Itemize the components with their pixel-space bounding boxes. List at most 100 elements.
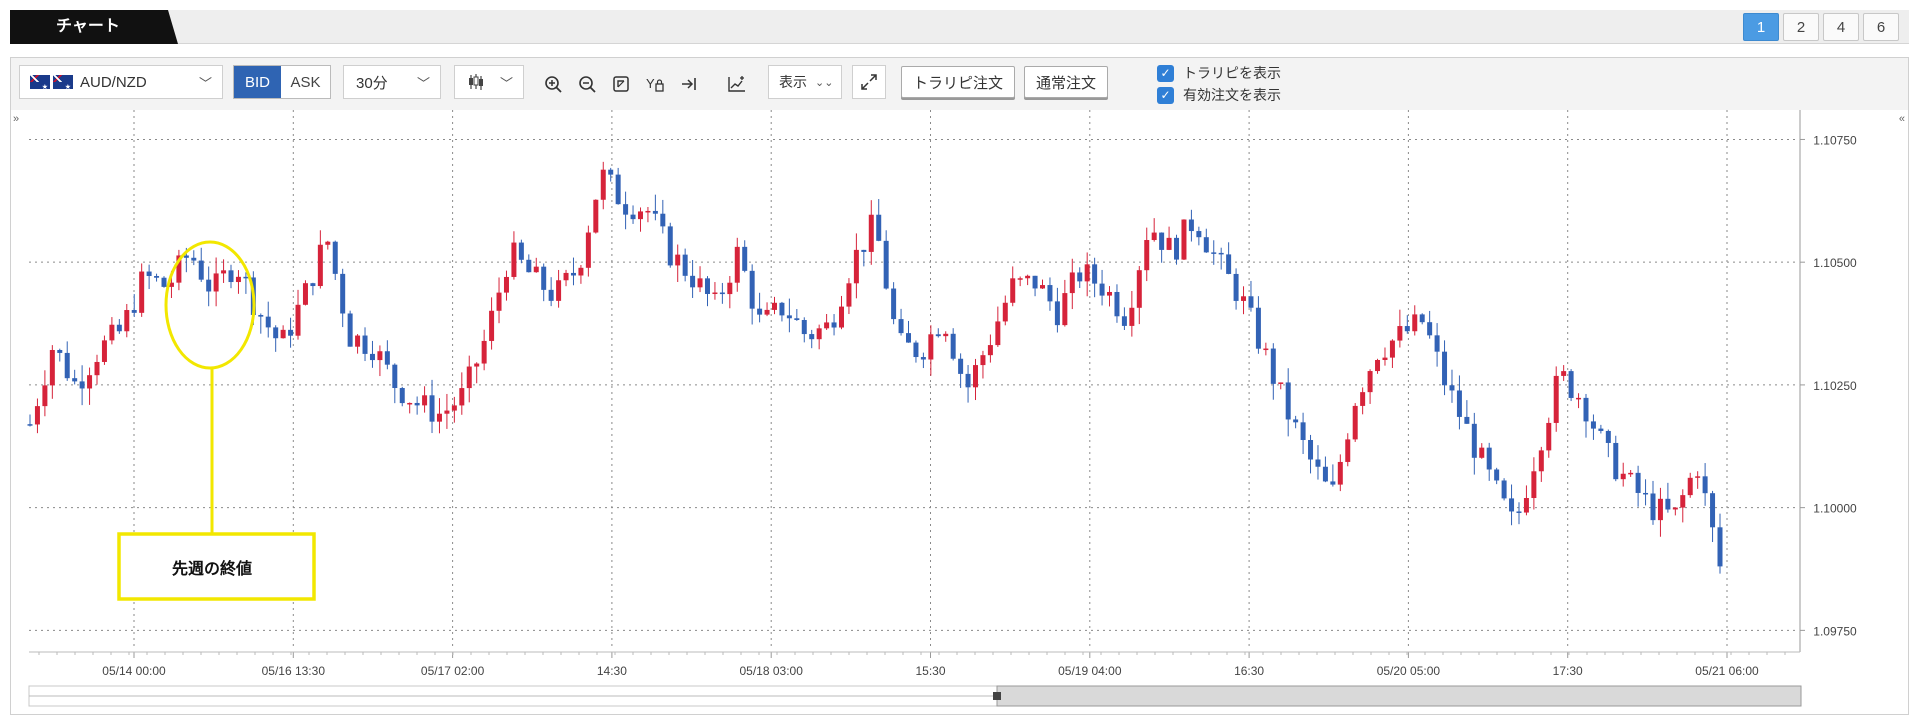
candle-down xyxy=(548,289,554,301)
last-week-close-highlight xyxy=(164,240,256,370)
y-tick-label: 1.10250 xyxy=(1813,379,1857,393)
candle-up xyxy=(824,322,830,329)
candle-down xyxy=(861,249,867,252)
candle-down xyxy=(1188,219,1194,232)
candle-up xyxy=(34,406,40,425)
candle-down xyxy=(1255,307,1261,349)
candle-up xyxy=(481,340,487,364)
candle-up xyxy=(1337,461,1343,485)
candle-down xyxy=(154,275,160,278)
candle-up xyxy=(1136,270,1142,308)
candle-down xyxy=(1471,423,1477,458)
candle-down xyxy=(690,275,696,288)
range-navigator[interactable] xyxy=(28,685,1802,707)
candle-up xyxy=(1107,291,1113,296)
candle-up xyxy=(1576,397,1582,400)
candle-up xyxy=(1538,450,1544,472)
candle-down xyxy=(362,335,368,354)
candle-down xyxy=(1270,348,1276,384)
candle-up xyxy=(816,328,822,340)
candle-down xyxy=(883,240,889,289)
candle-up xyxy=(1367,371,1373,393)
candle-down xyxy=(623,204,629,215)
y-tick-label: 1.10000 xyxy=(1813,502,1857,516)
candle-up xyxy=(87,375,93,389)
x-tick-label: 05/17 02:00 xyxy=(421,664,485,678)
candle-down xyxy=(369,353,375,361)
candle-up xyxy=(139,271,145,313)
candle-down xyxy=(541,266,547,290)
candle-down xyxy=(920,357,926,360)
candle-down xyxy=(719,292,725,295)
candle-down xyxy=(682,254,688,276)
candle-down xyxy=(1315,459,1321,467)
candle-down xyxy=(1635,472,1641,493)
candle-down xyxy=(1203,237,1209,253)
candle-up xyxy=(451,405,457,411)
candle-up xyxy=(459,388,465,406)
candles xyxy=(27,161,1723,574)
x-tick-label: 17:30 xyxy=(1553,664,1583,678)
candle-down xyxy=(1047,285,1053,302)
candle-up xyxy=(987,345,993,356)
x-tick-label: 05/20 05:00 xyxy=(1377,664,1441,678)
candle-down xyxy=(1218,252,1224,255)
candle-up xyxy=(407,402,413,405)
candle-up xyxy=(1375,359,1381,372)
candle-up xyxy=(1263,348,1269,351)
candle-down xyxy=(1032,275,1038,289)
candle-up xyxy=(317,244,323,287)
candle-up xyxy=(1680,495,1686,508)
y-tick-label: 1.09750 xyxy=(1813,624,1857,638)
candle-up xyxy=(295,304,301,336)
navigator-window xyxy=(996,685,1802,707)
candle-up xyxy=(503,276,509,293)
candle-up xyxy=(1546,422,1552,451)
candle-down xyxy=(258,314,264,317)
candle-up xyxy=(533,266,539,273)
candle-up xyxy=(838,306,844,328)
candle-up xyxy=(1672,507,1678,510)
candle-up xyxy=(42,385,48,407)
candle-down xyxy=(1121,316,1127,326)
candle-down xyxy=(265,316,271,328)
candle-down xyxy=(1583,397,1589,422)
candle-down xyxy=(57,349,63,353)
candle-up xyxy=(474,363,480,367)
candle-down xyxy=(1404,326,1410,332)
candle-down xyxy=(1598,428,1604,431)
candle-down xyxy=(518,242,524,260)
candle-up xyxy=(466,366,472,389)
candlestick-chart[interactable]: 1.10750 1.10500 1.10250 1.10000 1.09750 05/1… xyxy=(0,0,1919,725)
candle-up xyxy=(1389,340,1395,358)
candle-down xyxy=(1464,416,1470,424)
candle-down xyxy=(1330,481,1336,485)
candle-up xyxy=(1002,302,1008,322)
candle-down xyxy=(1613,442,1619,480)
candle-down xyxy=(1054,301,1060,326)
candle-down xyxy=(1702,476,1708,494)
candle-down xyxy=(191,257,197,261)
candle-down xyxy=(310,283,316,287)
candle-up xyxy=(846,283,852,307)
candle-down xyxy=(228,270,234,283)
candle-up xyxy=(1523,498,1529,513)
candle-down xyxy=(243,276,249,279)
candle-up xyxy=(1360,392,1366,406)
candle-down xyxy=(414,402,420,406)
candle-down xyxy=(570,272,576,276)
candle-down xyxy=(64,352,70,379)
candle-down xyxy=(809,334,815,340)
candle-down xyxy=(660,213,666,227)
candle-down xyxy=(399,388,405,404)
candle-down xyxy=(779,302,785,316)
candle-down xyxy=(1419,314,1425,323)
x-tick-label: 16:30 xyxy=(1234,664,1264,678)
candle-up xyxy=(1069,272,1075,294)
candle-down xyxy=(652,210,658,214)
candle-down xyxy=(347,313,353,347)
candle-down xyxy=(1308,440,1314,460)
candle-down xyxy=(1427,322,1433,336)
candle-up xyxy=(1062,293,1068,326)
candle-down xyxy=(116,324,122,332)
